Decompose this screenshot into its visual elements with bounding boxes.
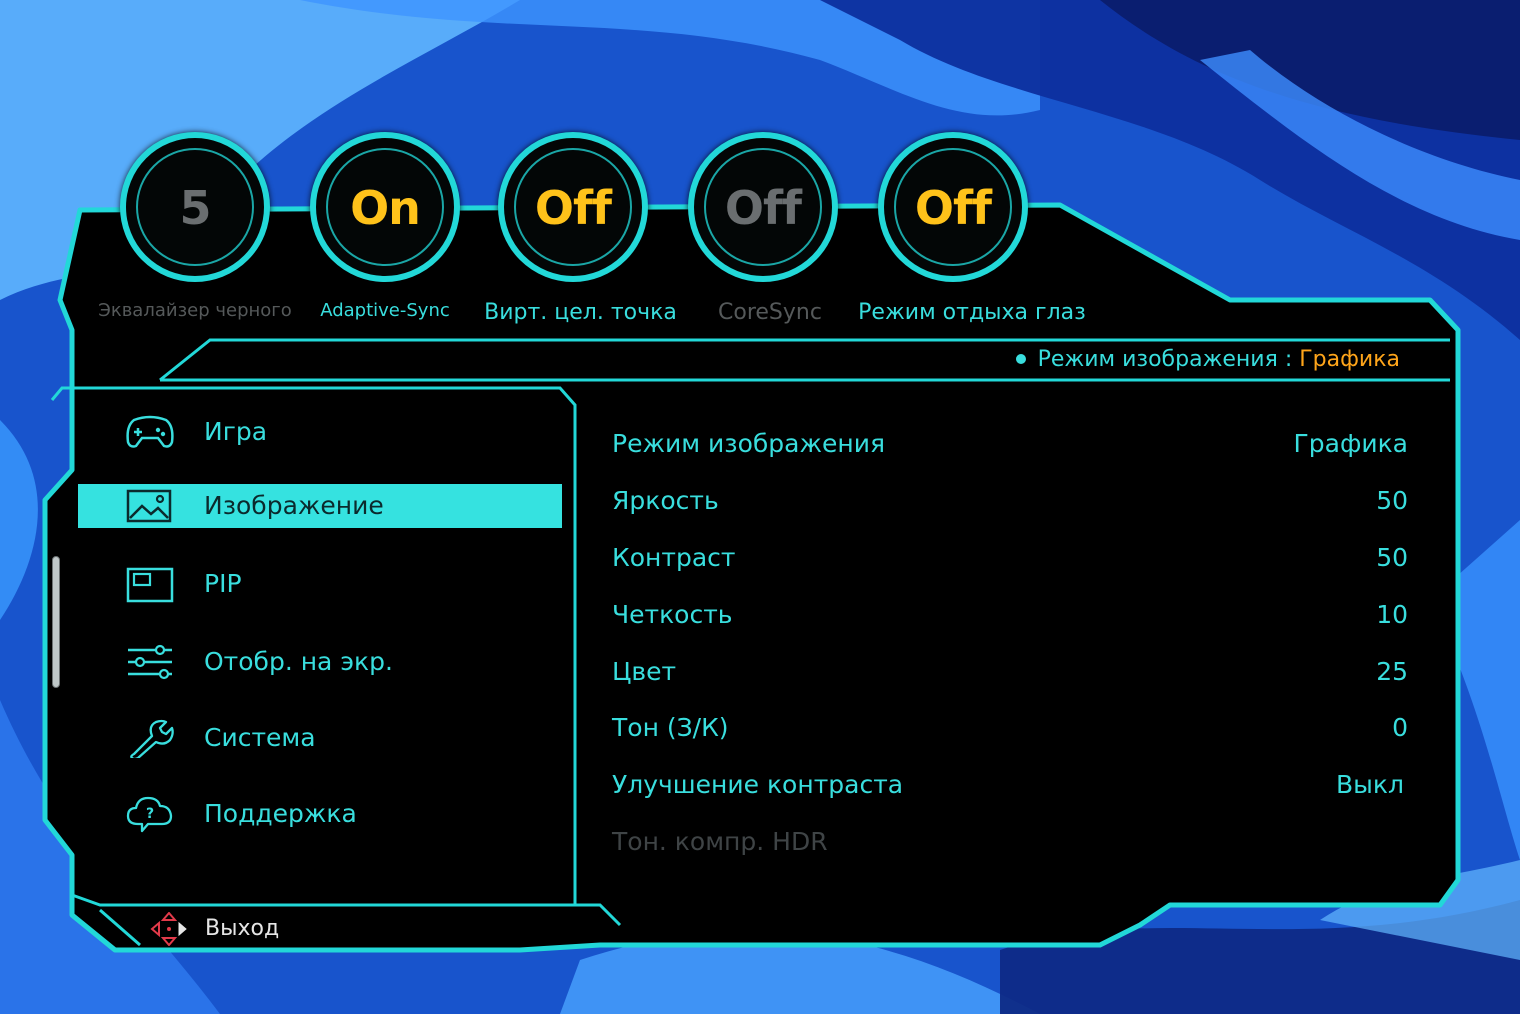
pip-icon <box>126 567 174 603</box>
black-equalizer-label: Эквалайзер черного <box>98 300 292 321</box>
virtual-aim-point-value: Off <box>534 181 612 235</box>
setting-picture-mode[interactable]: Режим изображения Графика <box>612 424 1408 464</box>
setting-value: Выкл <box>1336 770 1404 799</box>
adaptive-sync-label: Adaptive-Sync <box>320 300 450 321</box>
menu-item-picture[interactable]: Изображение <box>78 484 562 528</box>
setting-tint[interactable]: Тон (З/К) 0 <box>612 708 1408 748</box>
setting-contrast[interactable]: Контраст 50 <box>612 538 1408 578</box>
picture-icon <box>126 489 172 523</box>
setting-label: Тон (З/К) <box>612 713 729 742</box>
black-equalizer-dial[interactable]: 5 <box>120 132 270 282</box>
virtual-aim-point-dial[interactable]: Off <box>498 132 648 282</box>
scrollbar-handle[interactable] <box>52 556 60 688</box>
setting-value: 50 <box>1376 486 1408 515</box>
status-dot <box>1015 353 1026 364</box>
gamepad-icon <box>126 415 174 448</box>
setting-label: Контраст <box>612 543 736 572</box>
setting-value: 0 <box>1392 713 1408 742</box>
coresync-value: Off <box>724 181 802 235</box>
coresync-label: CoreSync <box>718 300 822 325</box>
setting-label: Цвет <box>612 657 677 686</box>
adaptive-sync-dial[interactable]: On <box>310 132 460 282</box>
picture-mode-indicator-label: Режим изображения : <box>1037 347 1293 372</box>
menu-item-label: Система <box>204 723 316 752</box>
setting-value: 50 <box>1376 543 1408 572</box>
menu-item-support[interactable]: ? Поддержка <box>78 792 562 836</box>
setting-brightness[interactable]: Яркость 50 <box>612 481 1408 521</box>
setting-label: Режим изображения <box>612 429 886 458</box>
sliders-icon <box>128 644 172 680</box>
setting-sharpness[interactable]: Четкость 10 <box>612 595 1408 635</box>
eye-saver-label: Режим отдыха глаз <box>858 300 1086 325</box>
menu-item-game[interactable]: Игра <box>78 410 562 454</box>
support-cloud-icon: ? <box>126 796 173 833</box>
setting-color[interactable]: Цвет 25 <box>612 652 1408 692</box>
setting-value: 25 <box>1376 657 1408 686</box>
svg-text:?: ? <box>146 806 154 822</box>
coresync-dial[interactable]: Off <box>688 132 838 282</box>
setting-label: Яркость <box>612 486 719 515</box>
setting-label: Улучшение контраста <box>612 770 904 799</box>
eye-saver-value: Off <box>914 181 992 235</box>
menu-item-label: Поддержка <box>204 799 357 828</box>
menu-item-pip[interactable]: PIP <box>78 562 562 606</box>
setting-contrast-enhancer[interactable]: Улучшение контраста Выкл <box>612 765 1404 805</box>
setting-value: Графика <box>1293 429 1408 458</box>
picture-mode-indicator: Режим изображения : Графика <box>1015 345 1400 375</box>
adaptive-sync-value: On <box>350 181 421 235</box>
navigation-arrows-icon <box>150 912 187 946</box>
setting-value: 10 <box>1376 600 1408 629</box>
picture-mode-indicator-value: Графика <box>1299 347 1400 372</box>
eye-saver-dial[interactable]: Off <box>878 132 1028 282</box>
exit-label: Выход <box>205 916 280 941</box>
menu-item-label: Изображение <box>204 491 384 520</box>
setting-label: Четкость <box>612 600 733 629</box>
menu-item-label: Отобр. на экр. <box>204 647 393 676</box>
menu-item-label: PIP <box>204 569 242 598</box>
setting-hdr-tone-mapping: Тон. компр. HDR <box>612 822 1408 862</box>
black-equalizer-value: 5 <box>179 181 211 235</box>
menu-item-label: Игра <box>204 417 268 446</box>
menu-item-system[interactable]: Система <box>78 716 562 760</box>
menu-item-onscreen-display[interactable]: Отобр. на экр. <box>78 640 562 684</box>
setting-label: Тон. компр. HDR <box>612 827 828 856</box>
wrench-icon <box>130 719 174 758</box>
virtual-aim-point-label: Вирт. цел. точка <box>484 300 677 325</box>
